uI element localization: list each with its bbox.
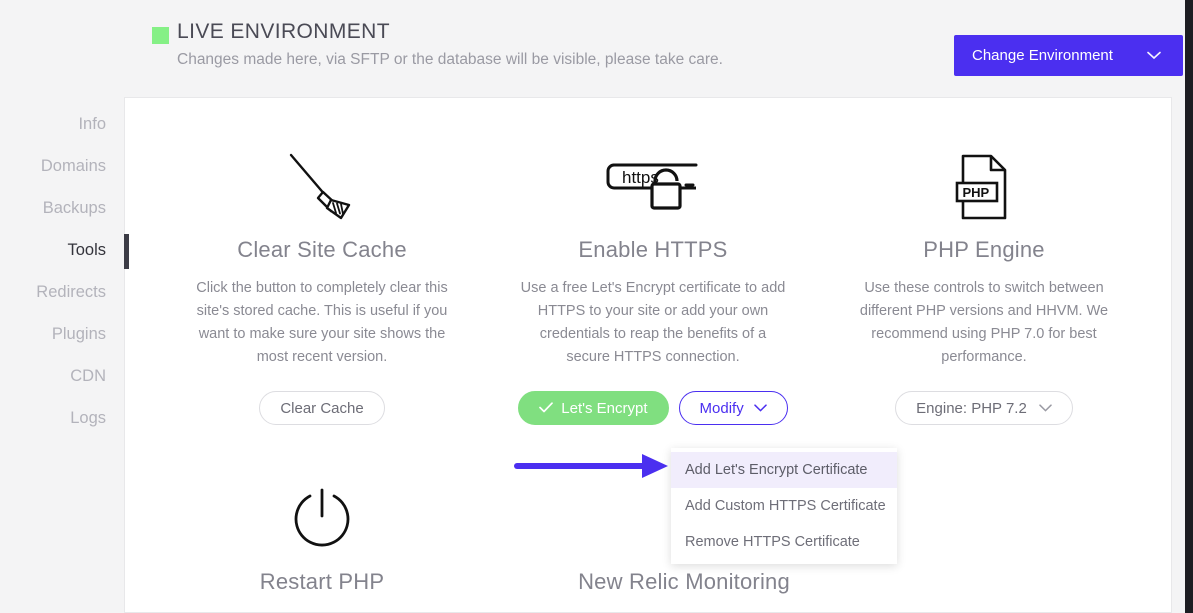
tools-grid: Clear Site Cache Click the button to com… bbox=[124, 97, 1172, 613]
tool-actions-enable-https: Let's Encrypt Modify bbox=[488, 391, 818, 425]
sidebar-item-backups[interactable]: Backups bbox=[0, 199, 106, 218]
sidebar-item-logs[interactable]: Logs bbox=[0, 409, 106, 428]
active-tab-indicator bbox=[124, 234, 129, 269]
tool-description-clear-site-cache: Click the button to completely clear thi… bbox=[196, 280, 448, 365]
sidebar-item-domains[interactable]: Domains bbox=[0, 157, 106, 176]
sidebar-item-cdn[interactable]: CDN bbox=[0, 367, 106, 386]
app-root: LIVE ENVIRONMENT Changes made here, via … bbox=[0, 0, 1193, 613]
annotation-arrow-icon bbox=[514, 452, 672, 480]
broom-icon bbox=[157, 147, 487, 227]
https-modify-dropdown-menu: Add Let's Encrypt Certificate Add Custom… bbox=[671, 448, 897, 564]
dropdown-item-remove-https-certificate[interactable]: Remove HTTPS Certificate bbox=[671, 524, 897, 560]
modify-https-button[interactable]: Modify bbox=[678, 391, 788, 425]
power-icon bbox=[186, 479, 458, 559]
tool-card-clear-site-cache: Clear Site Cache Click the button to com… bbox=[157, 147, 487, 425]
php-engine-select[interactable]: Engine: PHP 7.2 bbox=[895, 391, 1073, 425]
sidebar-item-plugins[interactable]: Plugins bbox=[0, 325, 106, 344]
lets-encrypt-button[interactable]: Let's Encrypt bbox=[518, 391, 669, 425]
tool-card-restart-php: Restart PHP bbox=[186, 479, 458, 595]
tool-title-enable-https: Enable HTTPS bbox=[578, 237, 728, 262]
environment-banner: LIVE ENVIRONMENT Changes made here, via … bbox=[0, 0, 1185, 90]
tool-title-php-engine: PHP Engine bbox=[923, 237, 1045, 262]
tool-title-clear-site-cache: Clear Site Cache bbox=[237, 237, 407, 262]
check-icon bbox=[539, 401, 554, 416]
modify-https-button-label: Modify bbox=[699, 399, 744, 417]
sidebar-item-redirects[interactable]: Redirects bbox=[0, 283, 106, 302]
php-file-icon: PHP bbox=[819, 147, 1149, 227]
change-environment-label: Change Environment bbox=[972, 47, 1113, 64]
tool-card-php-engine: PHP PHP Engine Use these controls to swi… bbox=[819, 147, 1149, 425]
tool-title-restart-php: Restart PHP bbox=[259, 569, 385, 594]
https-padlock-icon: https bbox=[488, 147, 818, 227]
clear-cache-button-label: Clear Cache bbox=[280, 399, 364, 417]
live-environment-indicator bbox=[152, 27, 169, 44]
tool-actions-php-engine: Engine: PHP 7.2 bbox=[819, 391, 1149, 425]
window-right-edge bbox=[1185, 0, 1193, 613]
svg-text:PHP: PHP bbox=[963, 185, 990, 200]
php-engine-select-label: Engine: PHP 7.2 bbox=[916, 399, 1027, 417]
dropdown-item-add-lets-encrypt-certificate[interactable]: Add Let's Encrypt Certificate bbox=[671, 452, 897, 488]
chevron-down-icon bbox=[1039, 402, 1052, 414]
environment-subtitle: Changes made here, via SFTP or the datab… bbox=[177, 51, 723, 68]
chevron-down-icon bbox=[753, 402, 767, 414]
clear-cache-button[interactable]: Clear Cache bbox=[259, 391, 385, 425]
lets-encrypt-button-label: Let's Encrypt bbox=[561, 399, 648, 417]
sidebar-item-tools[interactable]: Tools bbox=[0, 241, 106, 260]
sidebar-item-info[interactable]: Info bbox=[0, 115, 106, 134]
sidebar-nav: Info Domains Backups Tools Redirects Plu… bbox=[0, 97, 124, 613]
change-environment-button[interactable]: Change Environment bbox=[954, 35, 1183, 76]
tool-description-php-engine: Use these controls to switch between dif… bbox=[859, 280, 1109, 365]
environment-title: LIVE ENVIRONMENT bbox=[177, 20, 390, 43]
chevron-down-icon bbox=[1147, 48, 1161, 63]
tool-title-new-relic-monitoring: New Relic Monitoring bbox=[578, 569, 790, 594]
tool-description-enable-https: Use a free Let's Encrypt certificate to … bbox=[520, 280, 786, 365]
tool-actions-clear-site-cache: Clear Cache bbox=[157, 391, 487, 425]
tool-card-enable-https: https Enable HTTPS Use a free Let's Encr… bbox=[488, 147, 818, 425]
dropdown-item-add-custom-https-certificate[interactable]: Add Custom HTTPS Certificate bbox=[671, 488, 897, 524]
